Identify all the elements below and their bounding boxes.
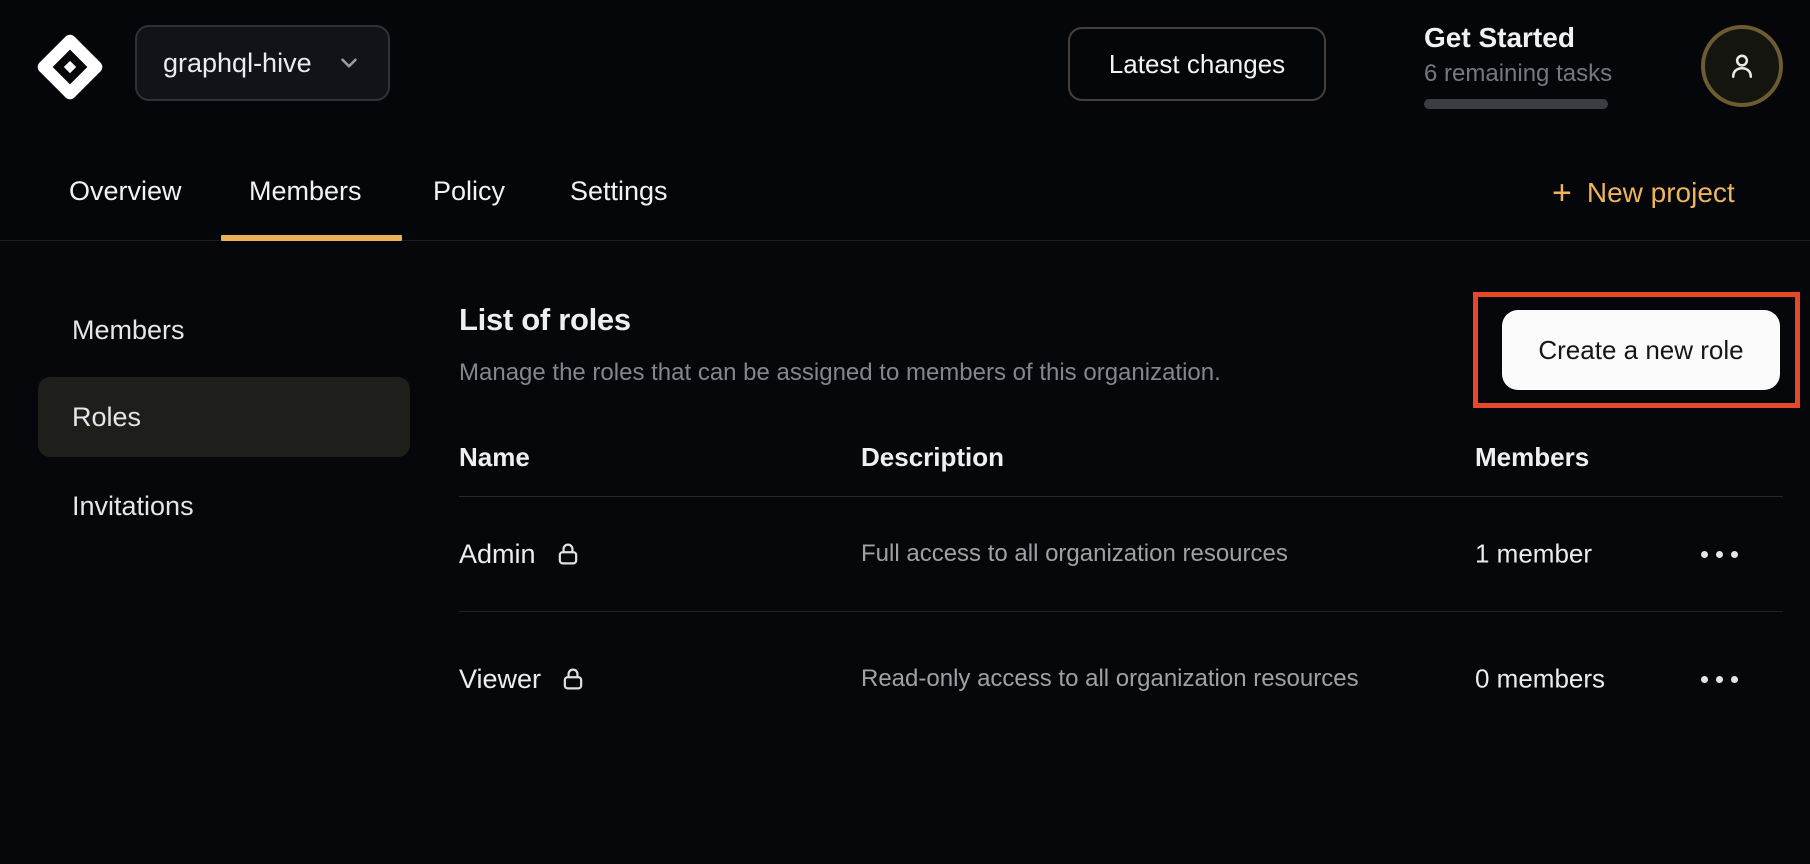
- sidebar-item-label: Invitations: [72, 491, 194, 522]
- new-project-button[interactable]: + New project: [1552, 177, 1735, 209]
- new-project-label: New project: [1587, 177, 1735, 209]
- role-member-count: 1 member: [1475, 539, 1592, 570]
- chevron-down-icon: [336, 50, 362, 76]
- org-tab-bar: Overview Members Policy Settings + New p…: [0, 140, 1810, 241]
- latest-changes-button[interactable]: Latest changes: [1068, 27, 1326, 101]
- app-window: graphql-hive Latest changes Get Started …: [0, 0, 1810, 864]
- get-started-remaining-tasks: 6 remaining tasks: [1424, 60, 1612, 88]
- organization-name: graphql-hive: [163, 48, 312, 79]
- tab-overview[interactable]: Overview: [69, 176, 182, 207]
- get-started-progress-bar: [1424, 99, 1608, 109]
- tab-settings[interactable]: Settings: [570, 176, 668, 207]
- page-subtitle: Manage the roles that can be assigned to…: [459, 359, 1221, 387]
- lock-icon: [554, 540, 582, 568]
- role-name: Admin: [459, 539, 536, 570]
- sidebar-item-members[interactable]: Members: [38, 290, 410, 370]
- user-menu-button[interactable]: [1701, 25, 1783, 107]
- role-member-count: 0 members: [1475, 664, 1605, 695]
- active-tab-indicator: [221, 235, 402, 241]
- column-header-name: Name: [459, 442, 530, 473]
- page-title: List of roles: [459, 302, 631, 338]
- organization-selector[interactable]: graphql-hive: [135, 25, 390, 101]
- table-header-row: Name Description Members: [459, 430, 1783, 497]
- role-description: Full access to all organization resource…: [861, 533, 1361, 575]
- column-header-description: Description: [861, 442, 1004, 473]
- ellipsis-icon: [1701, 676, 1708, 683]
- role-name-cell: Admin: [459, 497, 582, 611]
- user-icon: [1725, 49, 1759, 83]
- plus-icon: +: [1552, 179, 1572, 207]
- sidebar-item-label: Members: [72, 315, 185, 346]
- latest-changes-label: Latest changes: [1109, 49, 1285, 80]
- sidebar-item-roles[interactable]: Roles: [38, 377, 410, 457]
- tab-policy[interactable]: Policy: [433, 176, 505, 207]
- tab-members[interactable]: Members: [249, 176, 362, 207]
- row-actions-menu-button[interactable]: [1691, 532, 1747, 576]
- roles-table: Name Description Members Admin Full acce…: [459, 430, 1783, 746]
- role-name: Viewer: [459, 664, 541, 695]
- create-new-role-button[interactable]: Create a new role: [1502, 310, 1780, 390]
- sidebar-item-label: Roles: [72, 402, 141, 433]
- row-actions-menu-button[interactable]: [1691, 657, 1747, 701]
- role-description: Read-only access to all organization res…: [861, 658, 1361, 700]
- table-row-admin: Admin Full access to all organization re…: [459, 497, 1783, 612]
- lock-icon: [559, 665, 587, 693]
- column-header-members: Members: [1475, 442, 1589, 473]
- ellipsis-icon: [1701, 551, 1708, 558]
- sidebar-item-invitations[interactable]: Invitations: [38, 466, 410, 546]
- table-row-viewer: Viewer Read-only access to all organizat…: [459, 612, 1783, 746]
- get-started-title[interactable]: Get Started: [1424, 22, 1575, 54]
- top-bar: graphql-hive Latest changes Get Started …: [0, 0, 1810, 140]
- role-name-cell: Viewer: [459, 612, 587, 746]
- hive-logo-icon: [36, 30, 104, 104]
